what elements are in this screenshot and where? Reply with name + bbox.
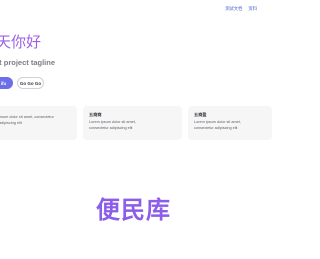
feature-card-body: psum dolor sit amet, consectetur adipisc… [0,115,54,125]
hero-tagline: at project tagline [0,58,56,67]
feature-card: psum dolor sit amet, consectetur adipisc… [0,106,77,140]
top-nav: 测试文档 资料 [225,6,257,12]
feature-card: 五商商 Lorem ipsum dolor sit amet, consecte… [83,106,182,140]
primary-action-button[interactable]: ifu [0,77,13,89]
hero-title: 天你好 [0,33,42,51]
feature-card-title: 五商盈 [194,112,207,117]
feature-card-title: 五商商 [89,112,102,117]
feature-card-body: Lorem ipsum dolor sit amet, consectetur … [194,120,241,130]
feature-card-body: Lorem ipsum dolor sit amet, consectetur … [89,120,136,130]
nav-link-resources[interactable]: 资料 [248,6,257,12]
nav-link-docs[interactable]: 测试文档 [225,6,242,12]
go-go-go-button[interactable]: Go Go Go [17,77,44,89]
brand-wordmark: 便民库 [96,196,171,224]
feature-card: 五商盈 Lorem ipsum dolor sit amet, consecte… [188,106,272,140]
